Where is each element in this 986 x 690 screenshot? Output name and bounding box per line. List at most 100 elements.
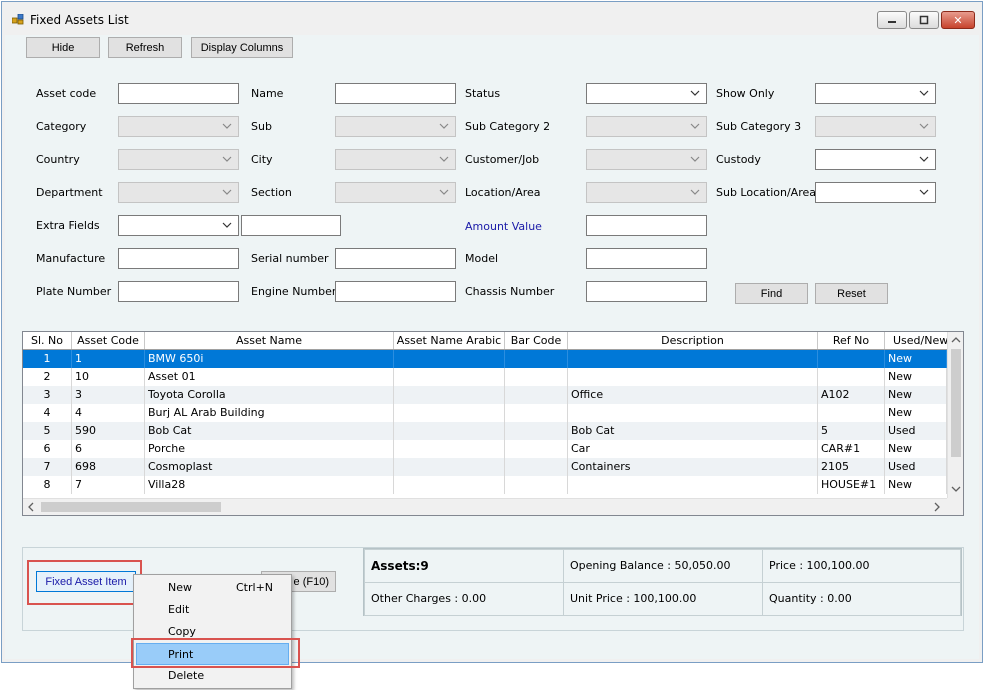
cell-desc[interactable]: Bob Cat — [568, 422, 818, 440]
vertical-scrollbar[interactable] — [947, 332, 963, 498]
cell-arabic[interactable] — [394, 386, 505, 404]
cell-code[interactable]: 698 — [72, 458, 145, 476]
cell-used[interactable]: New — [885, 368, 947, 386]
cell-code[interactable]: 7 — [72, 476, 145, 494]
cell-ref[interactable]: 5 — [818, 422, 885, 440]
custody-dropdown[interactable] — [815, 149, 936, 170]
cell-sl[interactable]: 5 — [23, 422, 72, 440]
table-row[interactable]: 5 590 Bob Cat Bob Cat 5 Used — [23, 422, 947, 440]
engine-number-input[interactable] — [335, 281, 456, 302]
col-header-asset-name[interactable]: Asset Name — [145, 332, 394, 349]
asset-code-input[interactable] — [118, 83, 239, 104]
cell-sl[interactable]: 1 — [23, 350, 72, 368]
cell-ref[interactable] — [818, 404, 885, 422]
cell-ref[interactable]: CAR#1 — [818, 440, 885, 458]
sub-location-area-dropdown[interactable] — [815, 182, 936, 203]
cell-used[interactable]: New — [885, 440, 947, 458]
col-header-asset-code[interactable]: Asset Code — [72, 332, 145, 349]
cell-used[interactable]: New — [885, 386, 947, 404]
cell-barcode[interactable] — [505, 350, 568, 368]
manufacture-input[interactable] — [118, 248, 239, 269]
cell-arabic[interactable] — [394, 422, 505, 440]
cell-used[interactable]: Used — [885, 422, 947, 440]
cell-name[interactable]: Asset 01 — [145, 368, 394, 386]
show-only-dropdown[interactable] — [815, 83, 936, 104]
cell-desc[interactable] — [568, 404, 818, 422]
cell-desc[interactable]: Car — [568, 440, 818, 458]
col-header-ref-no[interactable]: Ref No — [818, 332, 885, 349]
cell-used[interactable]: New — [885, 404, 947, 422]
table-row[interactable]: 1 1 BMW 650i New — [23, 350, 947, 368]
extra-fields-input[interactable] — [241, 215, 341, 236]
cell-desc[interactable]: Office — [568, 386, 818, 404]
table-row[interactable]: 2 10 Asset 01 New — [23, 368, 947, 386]
cell-sl[interactable]: 7 — [23, 458, 72, 476]
vertical-scroll-thumb[interactable] — [951, 349, 961, 457]
cell-code[interactable]: 1 — [72, 350, 145, 368]
city-dropdown[interactable] — [335, 149, 456, 170]
cell-code[interactable]: 10 — [72, 368, 145, 386]
menu-item-edit[interactable]: Edit — [136, 599, 289, 621]
cell-name[interactable]: Burj AL Arab Building — [145, 404, 394, 422]
sub-category-3-dropdown[interactable] — [815, 116, 936, 137]
cell-used[interactable]: New — [885, 350, 947, 368]
department-dropdown[interactable] — [118, 182, 239, 203]
col-header-description[interactable]: Description — [568, 332, 818, 349]
cell-sl[interactable]: 2 — [23, 368, 72, 386]
cell-sl[interactable]: 4 — [23, 404, 72, 422]
assets-grid[interactable]: Sl. No Asset Code Asset Name Asset Name … — [22, 331, 964, 516]
cell-sl[interactable]: 8 — [23, 476, 72, 494]
cell-code[interactable]: 3 — [72, 386, 145, 404]
cell-code[interactable]: 6 — [72, 440, 145, 458]
cell-barcode[interactable] — [505, 440, 568, 458]
table-row[interactable]: 3 3 Toyota Corolla Office A102 New — [23, 386, 947, 404]
cell-arabic[interactable] — [394, 440, 505, 458]
cell-barcode[interactable] — [505, 386, 568, 404]
extra-fields-dropdown[interactable] — [118, 215, 239, 236]
cell-arabic[interactable] — [394, 350, 505, 368]
category-dropdown[interactable] — [118, 116, 239, 137]
cell-desc[interactable] — [568, 368, 818, 386]
col-header-sl-no[interactable]: Sl. No — [23, 332, 72, 349]
cell-ref[interactable] — [818, 368, 885, 386]
cell-code[interactable]: 590 — [72, 422, 145, 440]
title-bar[interactable]: Fixed Assets List ✕ — [2, 2, 982, 36]
col-header-used-new[interactable]: Used/New — [885, 332, 955, 349]
cell-desc[interactable] — [568, 350, 818, 368]
cell-used[interactable]: New — [885, 476, 947, 494]
cell-name[interactable]: Bob Cat — [145, 422, 394, 440]
name-input[interactable] — [335, 83, 456, 104]
horizontal-scrollbar[interactable] — [23, 498, 947, 515]
country-dropdown[interactable] — [118, 149, 239, 170]
find-button[interactable]: Find — [735, 283, 808, 304]
close-button[interactable]: ✕ — [941, 11, 975, 29]
menu-item-new[interactable]: New Ctrl+N — [136, 577, 289, 599]
section-dropdown[interactable] — [335, 182, 456, 203]
cell-arabic[interactable] — [394, 476, 505, 494]
cell-ref[interactable]: HOUSE#1 — [818, 476, 885, 494]
cell-desc[interactable] — [568, 476, 818, 494]
serial-number-input[interactable] — [335, 248, 456, 269]
cell-arabic[interactable] — [394, 404, 505, 422]
table-row[interactable]: 8 7 Villa28 HOUSE#1 New — [23, 476, 947, 494]
plate-number-input[interactable] — [118, 281, 239, 302]
cell-sl[interactable]: 3 — [23, 386, 72, 404]
status-dropdown[interactable] — [586, 83, 707, 104]
amount-value-input[interactable] — [586, 215, 707, 236]
table-row[interactable]: 7 698 Cosmoplast Containers 2105 Used — [23, 458, 947, 476]
col-header-bar-code[interactable]: Bar Code — [505, 332, 568, 349]
cell-name[interactable]: BMW 650i — [145, 350, 394, 368]
cell-barcode[interactable] — [505, 404, 568, 422]
cell-sl[interactable]: 6 — [23, 440, 72, 458]
sub-category-2-dropdown[interactable] — [586, 116, 707, 137]
col-header-asset-name-arabic[interactable]: Asset Name Arabic — [394, 332, 505, 349]
menu-item-delete[interactable]: Delete — [136, 665, 289, 687]
cell-barcode[interactable] — [505, 422, 568, 440]
table-row[interactable]: 4 4 Burj AL Arab Building New — [23, 404, 947, 422]
cell-name[interactable]: Villa28 — [145, 476, 394, 494]
cell-arabic[interactable] — [394, 458, 505, 476]
cell-ref[interactable]: A102 — [818, 386, 885, 404]
cell-name[interactable]: Porche — [145, 440, 394, 458]
cell-desc[interactable]: Containers — [568, 458, 818, 476]
cell-name[interactable]: Cosmoplast — [145, 458, 394, 476]
